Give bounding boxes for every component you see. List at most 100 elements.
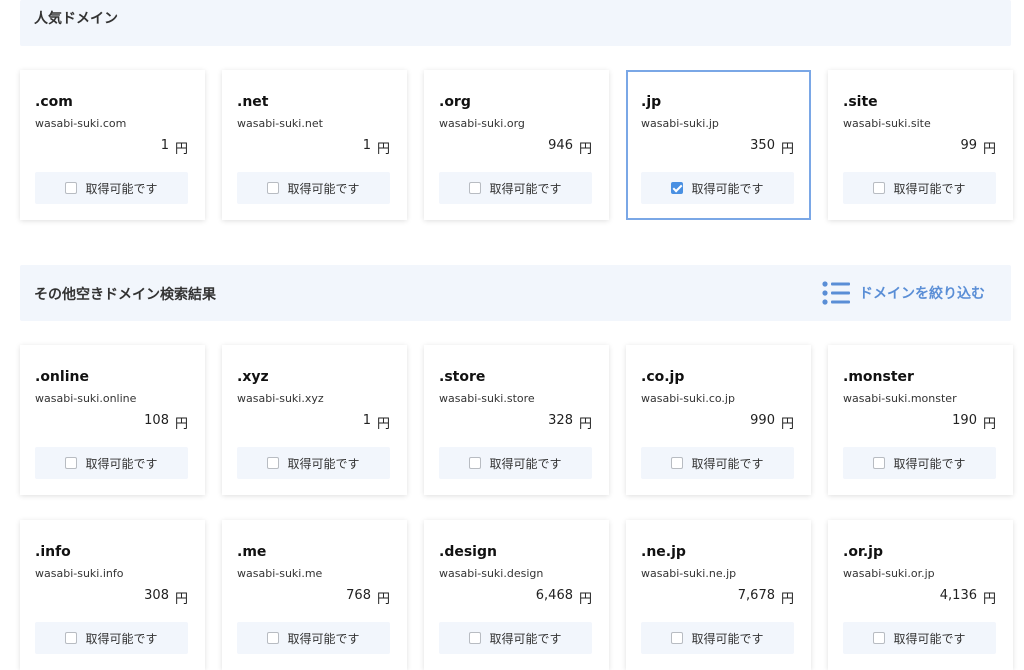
availability-toggle[interactable]: 取得可能です — [439, 622, 592, 654]
list-filter-icon — [822, 281, 850, 305]
availability-toggle[interactable]: 取得可能です — [439, 447, 592, 479]
checkbox-icon[interactable] — [469, 457, 482, 469]
price-currency: 円 — [578, 142, 592, 157]
price-value: 4,136 — [939, 588, 977, 603]
filter-domains-button[interactable]: ドメインを絞り込む — [822, 280, 985, 306]
domain-price: 990 円 — [750, 413, 794, 432]
domain-card[interactable]: .net wasabi-suki.net 1 円 取得可能です — [222, 70, 407, 220]
availability-toggle[interactable]: 取得可能です — [641, 622, 794, 654]
domain-name: wasabi-suki.me — [237, 567, 323, 580]
domain-price: 7,678 円 — [738, 588, 794, 607]
availability-toggle[interactable]: 取得可能です — [439, 172, 592, 204]
domain-price: 108 円 — [144, 413, 188, 432]
domain-card[interactable]: .ne.jp wasabi-suki.ne.jp 7,678 円 取得可能です — [626, 520, 811, 670]
domain-tld: .co.jp — [641, 369, 685, 385]
domain-name: wasabi-suki.org — [439, 117, 525, 130]
domain-name: wasabi-suki.online — [35, 392, 137, 405]
other-domains-header: その他空きドメイン検索結果 ドメインを絞り込む — [20, 265, 1011, 321]
availability-toggle[interactable]: 取得可能です — [843, 447, 996, 479]
domain-tld: .jp — [641, 94, 662, 110]
checkbox-icon[interactable] — [469, 182, 482, 194]
price-currency: 円 — [982, 142, 996, 157]
availability-toggle[interactable]: 取得可能です — [641, 172, 794, 204]
domain-tld: .me — [237, 544, 267, 560]
availability-label: 取得可能です — [85, 456, 158, 471]
domain-price: 190 円 — [952, 413, 996, 432]
domain-name: wasabi-suki.or.jp — [843, 567, 935, 580]
checkbox-icon[interactable] — [671, 182, 684, 194]
domain-price: 946 円 — [548, 138, 592, 157]
price-currency: 円 — [174, 417, 188, 432]
checkbox-icon[interactable] — [873, 182, 886, 194]
availability-toggle[interactable]: 取得可能です — [641, 447, 794, 479]
availability-toggle[interactable]: 取得可能です — [35, 622, 188, 654]
other-domains-title: その他空きドメイン検索結果 — [34, 287, 216, 303]
price-value: 190 — [952, 413, 977, 428]
availability-toggle[interactable]: 取得可能です — [237, 447, 390, 479]
domain-card[interactable]: .or.jp wasabi-suki.or.jp 4,136 円 取得可能です — [828, 520, 1013, 670]
price-value: 328 — [548, 413, 573, 428]
price-currency: 円 — [578, 592, 592, 607]
price-value: 1 — [362, 413, 371, 428]
price-currency: 円 — [174, 592, 188, 607]
domain-price: 99 円 — [960, 138, 996, 157]
availability-label: 取得可能です — [489, 631, 562, 646]
availability-label: 取得可能です — [85, 181, 158, 196]
domain-card[interactable]: .co.jp wasabi-suki.co.jp 990 円 取得可能です — [626, 345, 811, 495]
domain-card[interactable]: .jp wasabi-suki.jp 350 円 取得可能です — [626, 70, 811, 220]
price-currency: 円 — [780, 142, 794, 157]
availability-toggle[interactable]: 取得可能です — [843, 622, 996, 654]
price-value: 6,468 — [535, 588, 573, 603]
domain-name: wasabi-suki.monster — [843, 392, 957, 405]
domain-card[interactable]: .info wasabi-suki.info 308 円 取得可能です — [20, 520, 205, 670]
domain-price: 768 円 — [346, 588, 390, 607]
availability-toggle[interactable]: 取得可能です — [237, 172, 390, 204]
checkbox-icon[interactable] — [671, 457, 684, 469]
checkbox-icon[interactable] — [873, 457, 886, 469]
domain-name: wasabi-suki.net — [237, 117, 323, 130]
domain-card[interactable]: .site wasabi-suki.site 99 円 取得可能です — [828, 70, 1013, 220]
domain-name: wasabi-suki.jp — [641, 117, 719, 130]
checkbox-icon[interactable] — [65, 632, 78, 644]
domain-tld: .site — [843, 94, 878, 110]
price-currency: 円 — [376, 142, 390, 157]
domain-card[interactable]: .monster wasabi-suki.monster 190 円 取得可能で… — [828, 345, 1013, 495]
availability-toggle[interactable]: 取得可能です — [843, 172, 996, 204]
checkbox-icon[interactable] — [873, 632, 886, 644]
checkbox-icon[interactable] — [267, 457, 280, 469]
checkbox-icon[interactable] — [469, 632, 482, 644]
domain-tld: .monster — [843, 369, 914, 385]
availability-label: 取得可能です — [893, 181, 966, 196]
availability-label: 取得可能です — [489, 181, 562, 196]
domain-price: 1 円 — [363, 413, 390, 432]
availability-toggle[interactable]: 取得可能です — [35, 447, 188, 479]
price-value: 990 — [750, 413, 775, 428]
domain-card[interactable]: .online wasabi-suki.online 108 円 取得可能です — [20, 345, 205, 495]
price-currency: 円 — [982, 417, 996, 432]
price-currency: 円 — [376, 592, 390, 607]
checkbox-icon[interactable] — [267, 182, 280, 194]
domain-card[interactable]: .xyz wasabi-suki.xyz 1 円 取得可能です — [222, 345, 407, 495]
domain-card[interactable]: .store wasabi-suki.store 328 円 取得可能です — [424, 345, 609, 495]
checkbox-icon[interactable] — [267, 632, 280, 644]
domain-card[interactable]: .me wasabi-suki.me 768 円 取得可能です — [222, 520, 407, 670]
checkbox-icon[interactable] — [65, 182, 78, 194]
domain-name: wasabi-suki.com — [35, 117, 127, 130]
domain-card[interactable]: .org wasabi-suki.org 946 円 取得可能です — [424, 70, 609, 220]
domain-card[interactable]: .com wasabi-suki.com 1 円 取得可能です — [20, 70, 205, 220]
price-value: 350 — [750, 138, 775, 153]
availability-toggle[interactable]: 取得可能です — [35, 172, 188, 204]
popular-domains-row: .com wasabi-suki.com 1 円 取得可能です .net was… — [20, 70, 1013, 220]
domain-tld: .com — [35, 94, 73, 110]
availability-label: 取得可能です — [691, 456, 764, 471]
price-value: 1 — [362, 138, 371, 153]
checkbox-icon[interactable] — [671, 632, 684, 644]
availability-label: 取得可能です — [287, 631, 360, 646]
domain-card[interactable]: .design wasabi-suki.design 6,468 円 取得可能で… — [424, 520, 609, 670]
checkbox-icon[interactable] — [65, 457, 78, 469]
filter-domains-label: ドメインを絞り込む — [859, 286, 985, 302]
domain-tld: .store — [439, 369, 486, 385]
domain-name: wasabi-suki.site — [843, 117, 931, 130]
domain-price: 4,136 円 — [940, 588, 996, 607]
availability-toggle[interactable]: 取得可能です — [237, 622, 390, 654]
